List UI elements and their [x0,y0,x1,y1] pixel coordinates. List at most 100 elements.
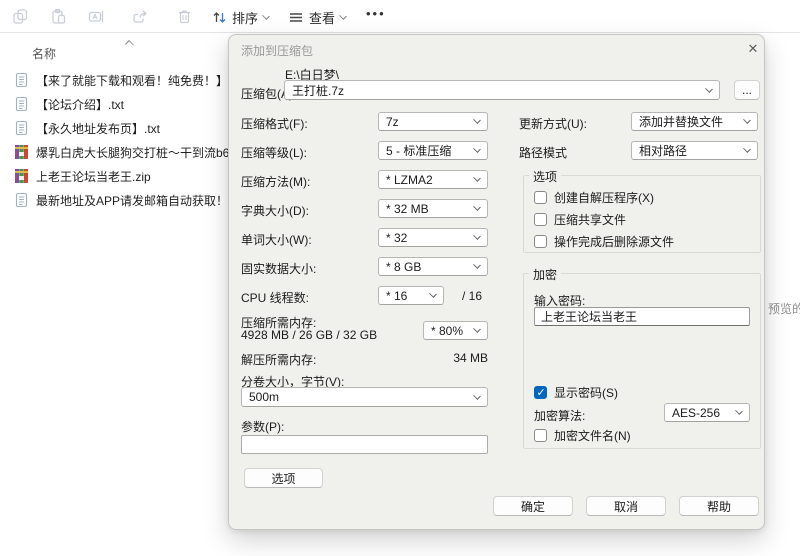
level-value: 5 - 标准压缩 [386,144,452,158]
view-label: 查看 [309,10,336,26]
level-combobox[interactable]: 5 - 标准压缩 [378,141,488,160]
text-file-icon [15,192,28,208]
sort-arrows-icon [213,11,226,23]
more-options-button[interactable]: ••• [366,6,386,21]
delete-icon[interactable] [176,8,193,25]
checkbox-checked-icon [534,386,547,399]
chevron-down-icon [743,145,751,153]
chevron-down-icon [473,174,481,182]
delete-after-checkbox[interactable]: 操作完成后删除源文件 [534,233,674,250]
compress-shared-label: 压缩共享文件 [554,213,627,227]
chevron-down-icon [473,116,481,124]
cpu-threads-label: CPU 线程数: [241,291,310,305]
decompress-memory-value: 34 MB [453,351,488,365]
memory-percent-combobox[interactable]: * 80% [423,321,488,340]
password-input[interactable] [534,307,750,326]
volume-size-combobox[interactable]: 500m [241,387,488,407]
word-size-combobox[interactable]: * 32 [378,228,488,247]
path-mode-combobox[interactable]: 相对路径 [631,141,758,160]
checkbox-unchecked-icon [534,235,547,248]
path-mode-value: 相对路径 [639,144,688,158]
method-combobox[interactable]: * LZMA2 [378,170,488,189]
parameters-label: 参数(P): [241,420,285,434]
view-lines-icon [290,12,302,22]
encrypt-filenames-checkbox[interactable]: 加密文件名(N) [534,427,631,444]
method-label: 压缩方法(M): [241,175,311,189]
update-mode-combobox[interactable]: 添加并替换文件 [631,112,758,131]
sort-button[interactable]: 排序 [212,5,270,29]
cpu-threads-combobox[interactable]: * 16 [378,286,444,305]
update-mode-label: 更新方式(U): [519,117,587,131]
word-size-label: 单词大小(W): [241,233,312,247]
file-row[interactable]: 爆乳白虎大长腿狗交打桩～干到流b6587... [14,142,259,162]
archive-name-value: 王打桩.7z [292,83,345,98]
close-icon[interactable]: ✕ [743,39,763,59]
chevron-down-icon [339,11,347,20]
file-row[interactable]: 【永久地址发布页】.txt [14,118,160,138]
show-password-label: 显示密码(S) [554,386,618,400]
dictionary-combobox[interactable]: * 32 MB [378,199,488,218]
create-sfx-label: 创建自解压程序(X) [554,191,654,205]
options-groupbox: 选项 创建自解压程序(X) 压缩共享文件 操作完成后删除源文件 [523,168,761,253]
preview-pane-hint: 预览的 [768,302,800,316]
ok-button[interactable]: 确定 [493,496,573,516]
encryption-method-value: AES-256 [672,405,721,420]
solid-block-combobox[interactable]: * 8 GB [378,257,488,276]
browse-button[interactable]: ... [734,80,760,100]
column-header-name[interactable]: 名称 [32,45,56,62]
file-row[interactable]: 最新地址及APP请发邮箱自动获取！！！... [14,190,262,210]
help-button[interactable]: 帮助 [679,496,759,516]
file-name: 上老王论坛当老王.zip [36,169,151,184]
copy-icon[interactable] [12,8,29,25]
parameters-input[interactable] [241,435,488,454]
format-value: 7z [386,114,399,129]
file-name: 爆乳白虎大长腿狗交打桩～干到流b6587... [36,145,260,160]
rename-icon[interactable] [88,8,105,25]
options-group-title: 选项 [529,168,562,185]
encryption-method-combobox[interactable]: AES-256 [664,403,750,422]
file-row[interactable]: 【论坛介绍】.txt [14,94,124,114]
archive-file-icon [15,169,28,183]
chevron-down-icon [429,290,437,298]
file-row[interactable]: 上老王论坛当老王.zip [14,166,151,186]
create-sfx-checkbox[interactable]: 创建自解压程序(X) [534,189,654,206]
path-mode-label: 路径模式 [519,146,568,160]
decompress-memory-label: 解压所需内存: [241,353,317,367]
options-button[interactable]: 选项 [244,468,323,488]
sort-ascending-icon [125,40,134,49]
paste-icon[interactable] [50,8,67,25]
dictionary-label: 字典大小(D): [241,204,309,218]
file-name: 【来了就能下载和观看！纯免费！】.txt [36,73,245,88]
chevron-down-icon [473,203,481,211]
file-row[interactable]: 【来了就能下载和观看！纯免费！】.txt [14,70,244,90]
format-combobox[interactable]: 7z [378,112,488,131]
text-file-icon [15,120,28,136]
word-size-value: * 32 [386,230,408,245]
chevron-down-icon [473,261,481,269]
file-name: 【永久地址发布页】.txt [36,121,161,136]
text-file-icon [15,72,28,88]
add-to-archive-dialog: 添加到压缩包 ✕ 压缩包(A) E:\白日梦\ 王打桩.7z ... 压缩格式(… [228,34,765,530]
memory-percent-value: * 80% [431,323,464,338]
cancel-button[interactable]: 取消 [586,496,666,516]
cpu-threads-value: * 16 [386,288,408,303]
text-file-icon [15,96,28,112]
chevron-down-icon [743,116,751,124]
encryption-group-title: 加密 [529,266,562,283]
chevron-down-icon [473,325,481,333]
solid-block-label: 固实数据大小: [241,262,317,276]
checkbox-unchecked-icon [534,191,547,204]
chevron-down-icon [735,407,743,415]
chevron-down-icon [473,232,481,240]
show-password-checkbox[interactable]: 显示密码(S) [534,384,618,401]
compress-shared-checkbox[interactable]: 压缩共享文件 [534,211,626,228]
checkbox-unchecked-icon [534,429,547,442]
archive-name-combobox[interactable]: 王打桩.7z [284,80,720,100]
file-name: 【论坛介绍】.txt [36,97,125,112]
delete-after-label: 操作完成后删除源文件 [554,235,675,249]
sort-label: 排序 [232,10,259,26]
chevron-down-icon [262,11,270,20]
view-button[interactable]: 查看 [288,5,347,29]
share-icon[interactable] [131,8,148,25]
cpu-threads-max: / 16 [462,289,483,303]
